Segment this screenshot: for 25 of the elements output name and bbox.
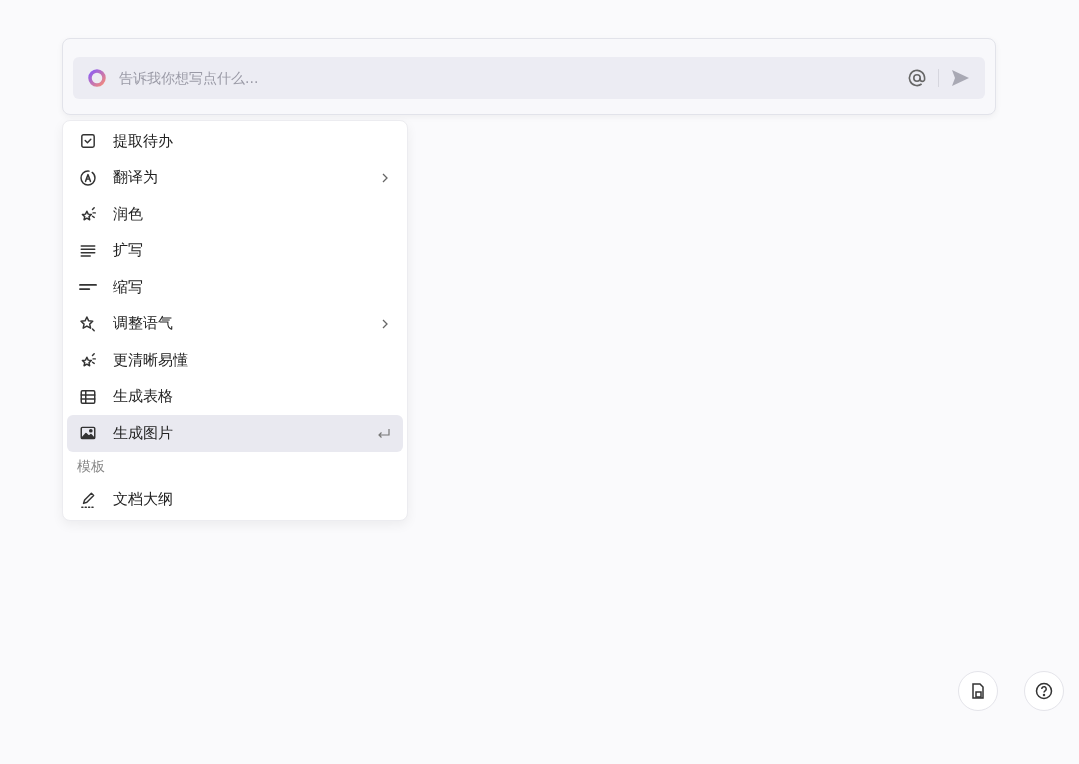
short-lines-icon: [79, 284, 97, 291]
menu-item[interactable]: 提取待办: [67, 123, 403, 160]
translate-icon: [79, 168, 97, 187]
menu-item[interactable]: 翻译为: [67, 159, 403, 196]
pencil-icon: [79, 490, 97, 509]
menu-item[interactable]: 缩写: [67, 269, 403, 306]
menu-item[interactable]: 文档大纲: [67, 481, 403, 518]
menu-item[interactable]: 润色: [67, 196, 403, 233]
star-icon: [79, 314, 97, 333]
menu-item[interactable]: 生成图片: [67, 415, 403, 452]
ring-logo-icon: [87, 68, 107, 88]
checkbox-icon: [79, 132, 97, 151]
prompt-field[interactable]: 告诉我你想写点什么...: [73, 57, 985, 99]
table-icon: [79, 387, 97, 406]
menu-item[interactable]: 调整语气: [67, 305, 403, 342]
menu-item[interactable]: 生成表格: [67, 378, 403, 415]
menu-item[interactable]: 扩写: [67, 232, 403, 269]
document-button[interactable]: [958, 671, 998, 711]
document-icon: [969, 682, 987, 700]
prompt-input[interactable]: 告诉我你想写点什么...: [117, 69, 896, 87]
help-icon: [1035, 682, 1053, 700]
section-heading: 模板: [76, 456, 106, 476]
menu-item[interactable]: 更清晰易懂: [67, 342, 403, 379]
help-button[interactable]: [1024, 671, 1064, 711]
mention-icon[interactable]: [906, 67, 928, 89]
